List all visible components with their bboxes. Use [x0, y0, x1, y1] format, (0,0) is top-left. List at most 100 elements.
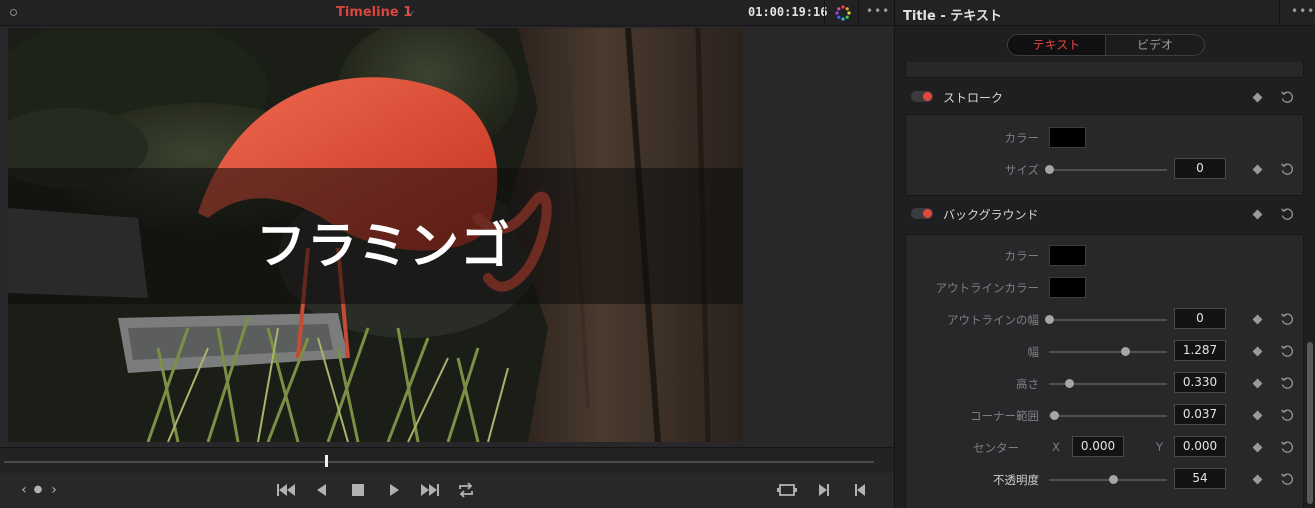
background-color-row: カラー	[895, 243, 1305, 269]
reset-icon[interactable]	[1280, 472, 1294, 486]
center-label: センター	[973, 441, 1019, 455]
play-reverse-icon[interactable]	[314, 480, 330, 500]
background-group-title: バックグラウンド	[943, 208, 1039, 222]
center-y-value[interactable]: 0.000	[1174, 436, 1226, 457]
jump-to-end-icon[interactable]	[419, 480, 441, 500]
stroke-group-title: ストローク	[943, 91, 1004, 105]
color-wheel-icon[interactable]	[834, 4, 852, 22]
scrubber-bar[interactable]	[0, 447, 894, 473]
loop-icon[interactable]	[456, 480, 476, 500]
reset-icon[interactable]	[1280, 440, 1294, 454]
next-edit-icon[interactable]: ›	[48, 480, 60, 500]
stroke-enable-toggle[interactable]	[911, 91, 933, 102]
corner-radius-slider[interactable]	[1049, 415, 1167, 417]
opacity-slider-knob[interactable]	[1108, 475, 1118, 484]
corner-radius-value[interactable]: 0.037	[1174, 404, 1226, 425]
play-icon[interactable]	[386, 480, 402, 500]
opacity-row: 不透明度 54	[895, 467, 1305, 493]
keyframe-icon[interactable]	[1252, 314, 1263, 325]
opacity-label: 不透明度	[993, 473, 1039, 487]
background-enable-toggle[interactable]	[911, 208, 933, 219]
header-divider	[824, 0, 825, 26]
background-color-label: カラー	[1004, 249, 1040, 263]
reset-icon[interactable]	[1280, 162, 1294, 176]
background-group-header[interactable]: バックグラウンド	[895, 201, 1305, 227]
stroke-size-value[interactable]: 0	[1174, 158, 1226, 179]
keyframe-icon[interactable]	[1252, 474, 1263, 485]
transport-controls: ‹ ● ›	[0, 474, 894, 508]
jump-to-start-icon[interactable]	[275, 480, 297, 500]
reset-icon[interactable]	[1280, 312, 1294, 326]
height-label: 高さ	[1016, 377, 1039, 391]
keyframe-icon[interactable]	[1252, 209, 1263, 220]
outline-color-row: アウトラインカラー	[895, 275, 1305, 301]
match-frame-icon[interactable]	[776, 480, 798, 500]
chevron-down-icon[interactable]: ⌵	[406, 5, 414, 19]
previous-edit-icon[interactable]: ‹	[18, 480, 30, 500]
stroke-group-header[interactable]: ストローク	[895, 84, 1305, 110]
keyframe-icon[interactable]	[1252, 346, 1263, 357]
background-color-swatch[interactable]	[1049, 245, 1086, 266]
scrubber-track[interactable]	[4, 461, 874, 463]
viewer-panel: Timeline 1 ⌵ 01:00:19:16 ••• フラミンゴ ‹ ● ›	[0, 0, 894, 508]
center-x-label: X	[1052, 440, 1060, 454]
header-divider	[858, 0, 859, 26]
corner-radius-label: コーナー範囲	[970, 409, 1039, 423]
center-row: センター X 0.000 Y 0.000	[895, 435, 1305, 461]
stroke-color-row: カラー	[895, 125, 1305, 151]
opacity-value[interactable]: 54	[1174, 468, 1226, 489]
jog-dot-icon[interactable]: ●	[32, 480, 44, 500]
more-options-icon[interactable]: •••	[1291, 4, 1315, 18]
width-slider[interactable]	[1049, 351, 1167, 353]
reset-icon[interactable]	[1280, 408, 1294, 422]
more-options-icon[interactable]: •••	[866, 4, 890, 18]
outline-color-label: アウトラインカラー	[935, 281, 1040, 295]
outline-color-swatch[interactable]	[1049, 277, 1086, 298]
timeline-name[interactable]: Timeline 1	[336, 5, 412, 20]
viewer-header: Timeline 1 ⌵ 01:00:19:16 •••	[0, 0, 894, 26]
reset-icon[interactable]	[1280, 207, 1294, 221]
stroke-size-row: サイズ 0	[895, 157, 1305, 183]
center-y-label: Y	[1156, 440, 1164, 454]
height-slider-knob[interactable]	[1065, 379, 1075, 388]
previous-clip-icon[interactable]	[852, 480, 868, 500]
tab-video[interactable]: ビデオ	[1106, 35, 1204, 55]
width-slider-knob[interactable]	[1120, 347, 1130, 356]
outline-width-label: アウトラインの幅	[947, 313, 1039, 327]
height-value[interactable]: 0.330	[1174, 372, 1226, 393]
stroke-color-swatch[interactable]	[1049, 127, 1086, 148]
corner-radius-slider-knob[interactable]	[1049, 411, 1059, 420]
inspector-header: Title - テキスト •••	[895, 0, 1315, 26]
reset-icon[interactable]	[1280, 376, 1294, 390]
tab-text[interactable]: テキスト	[1008, 35, 1106, 55]
timecode-display: 01:00:19:16	[748, 5, 828, 19]
reset-icon[interactable]	[1280, 90, 1294, 104]
stroke-size-slider-knob[interactable]	[1045, 165, 1054, 174]
stroke-size-slider[interactable]	[1049, 169, 1167, 171]
title-overlay-text[interactable]: フラミンゴ	[256, 206, 511, 278]
panel-options-icon[interactable]	[10, 9, 17, 16]
outline-width-row: アウトラインの幅 0	[895, 307, 1305, 333]
next-clip-icon[interactable]	[816, 480, 832, 500]
reset-icon[interactable]	[1280, 344, 1294, 358]
keyframe-icon[interactable]	[1252, 164, 1263, 175]
center-x-value[interactable]: 0.000	[1072, 436, 1124, 457]
keyframe-icon[interactable]	[1252, 410, 1263, 421]
keyframe-icon[interactable]	[1252, 378, 1263, 389]
stop-icon[interactable]	[350, 480, 366, 500]
outline-width-slider-knob[interactable]	[1045, 315, 1054, 324]
keyframe-icon[interactable]	[1252, 92, 1263, 103]
width-row: 幅 1.287	[895, 339, 1305, 365]
outline-width-value[interactable]: 0	[1174, 308, 1226, 329]
height-row: 高さ 0.330	[895, 371, 1305, 397]
keyframe-icon[interactable]	[1252, 442, 1263, 453]
video-frame: フラミンゴ	[8, 28, 743, 442]
playhead[interactable]	[324, 455, 328, 467]
width-value[interactable]: 1.287	[1174, 340, 1226, 361]
inspector-panel: Title - テキスト ••• テキスト ビデオ ストローク カラー サイズ …	[894, 0, 1315, 508]
inspector-scrollbar[interactable]	[1307, 342, 1313, 504]
outline-width-slider[interactable]	[1049, 319, 1167, 321]
inspector-tab-switch: テキスト ビデオ	[1007, 34, 1205, 56]
inspector-title: Title - テキスト	[903, 9, 1002, 24]
corner-radius-row: コーナー範囲 0.037	[895, 403, 1305, 429]
